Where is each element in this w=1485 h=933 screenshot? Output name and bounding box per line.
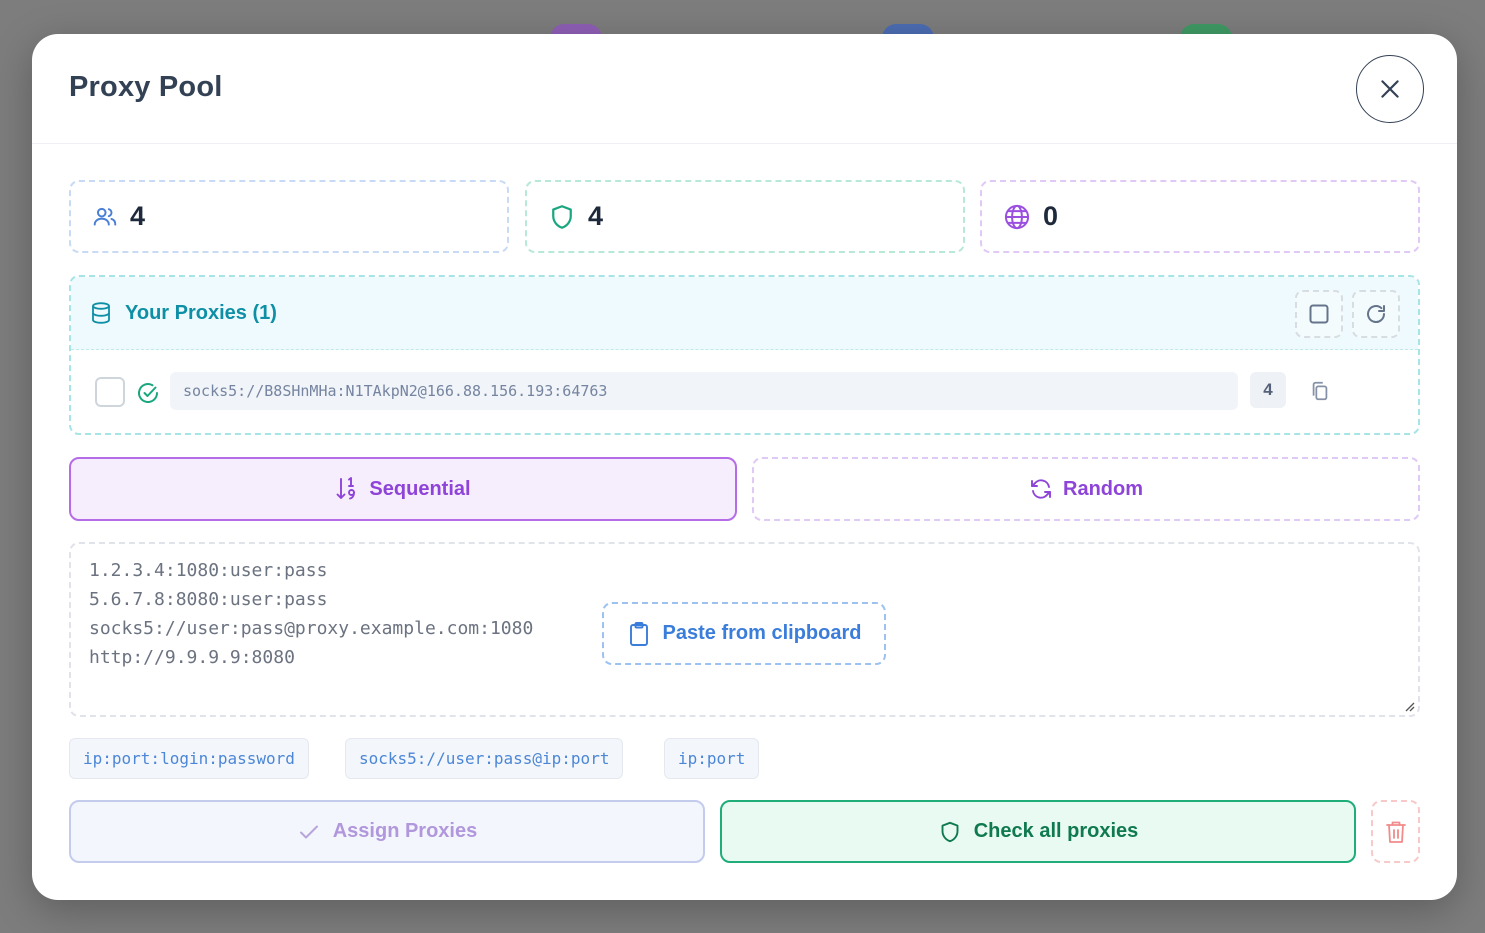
- stat-valid-value: 4: [588, 201, 604, 231]
- proxy-checkbox[interactable]: [95, 377, 125, 407]
- check-all-proxies-button[interactable]: Check all proxies: [720, 800, 1356, 863]
- proxy-url[interactable]: socks5://B8SHnMHa:N1TAkpN2@166.88.156.19…: [170, 372, 1238, 410]
- assign-label: Assign Proxies: [332, 820, 478, 842]
- check-all-label: Check all proxies: [973, 820, 1139, 842]
- clipboard-icon: [629, 621, 648, 646]
- shield-icon: [941, 821, 959, 842]
- close-button[interactable]: [1356, 55, 1424, 123]
- refresh-icon: [1367, 305, 1385, 323]
- proxy-pool-modal: Proxy Pool 4 4 0 Your Proxies (1) socks5…: [32, 34, 1457, 900]
- globe-icon: [1004, 204, 1030, 229]
- proxy-row: socks5://B8SHnMHa:N1TAkpN2@166.88.156.19…: [71, 350, 1418, 433]
- shield-icon: [552, 204, 572, 229]
- check-circle-icon: [138, 383, 158, 403]
- sequential-mode-button[interactable]: Sequential: [69, 457, 737, 521]
- refresh-button[interactable]: [1352, 290, 1400, 338]
- delete-all-button[interactable]: [1371, 800, 1420, 863]
- your-proxies-panel: Your Proxies (1) socks5://B8SHnMHa:N1TAk…: [69, 275, 1420, 435]
- shuffle-refresh-icon: [1031, 479, 1051, 499]
- copy-icon[interactable]: [1309, 380, 1331, 402]
- modal-title: Proxy Pool: [69, 71, 223, 103]
- trash-icon: [1385, 821, 1406, 843]
- placeholder-line: 1.2.3.4:1080:user:pass: [89, 560, 328, 581]
- random-label: Random: [1063, 477, 1143, 500]
- proxy-count-badge: 4: [1250, 372, 1286, 408]
- database-icon: [92, 302, 110, 324]
- format-chip[interactable]: ip:port:login:password: [69, 738, 309, 779]
- sort-numeric-icon: [336, 477, 356, 500]
- select-all-button[interactable]: [1295, 290, 1343, 338]
- assign-proxies-button[interactable]: Assign Proxies: [69, 800, 705, 863]
- paste-label: Paste from clipboard: [662, 622, 862, 644]
- users-icon: [93, 207, 117, 226]
- format-chip[interactable]: ip:port: [664, 738, 760, 779]
- random-mode-button[interactable]: Random: [752, 457, 1420, 521]
- your-proxies-title: Your Proxies (1): [125, 301, 277, 324]
- stat-countries: 0: [980, 180, 1420, 253]
- stat-users: 4: [69, 180, 509, 253]
- close-icon: [1381, 80, 1399, 98]
- paste-from-clipboard-button[interactable]: Paste from clipboard: [602, 602, 886, 665]
- resize-handle-icon[interactable]: [1403, 700, 1415, 712]
- checkmark-icon: [299, 825, 318, 838]
- square-icon: [1309, 304, 1329, 324]
- your-proxies-header: Your Proxies (1): [71, 277, 1418, 350]
- stat-users-value: 4: [130, 201, 146, 231]
- sequential-label: Sequential: [369, 477, 471, 500]
- modal-header: Proxy Pool: [32, 34, 1457, 144]
- stat-countries-value: 0: [1043, 201, 1059, 231]
- stat-valid: 4: [525, 180, 965, 253]
- format-chip[interactable]: socks5://user:pass@ip:port: [345, 738, 624, 779]
